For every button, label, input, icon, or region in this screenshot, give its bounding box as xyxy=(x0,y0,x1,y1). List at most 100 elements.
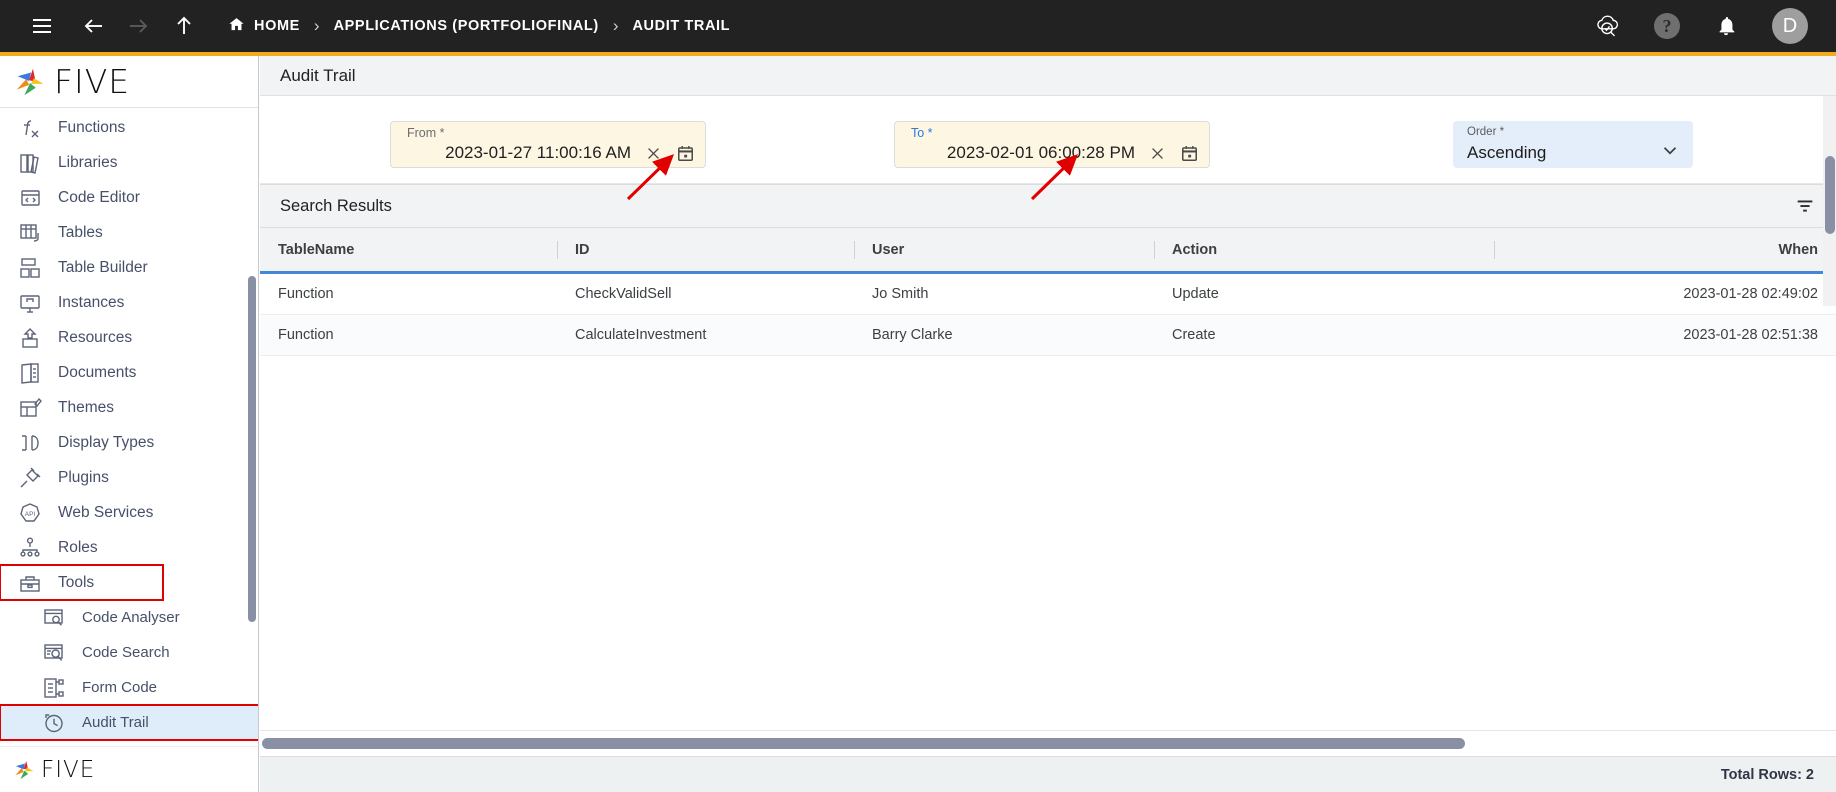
sidebar-item-web-services[interactable]: API Web Services xyxy=(0,495,258,530)
table-row[interactable]: Function CheckValidSell Jo Smith Update 2023… xyxy=(260,274,1836,315)
api-icon: API xyxy=(16,500,44,526)
from-date-label: From * xyxy=(407,126,445,140)
sidebar-item-label: Resources xyxy=(58,328,133,346)
toolbox-icon xyxy=(16,570,44,596)
sidebar-logo[interactable]: FIVE xyxy=(0,56,258,108)
breadcrumb-application[interactable]: APPLICATIONS (PORTFOLIOFINAL) xyxy=(334,18,599,34)
sidebar-item-documents[interactable]: Documents xyxy=(0,355,258,390)
column-header-user[interactable]: User xyxy=(854,242,1154,258)
sidebar-item-label: Documents xyxy=(58,363,137,381)
sidebar-item-resources[interactable]: Resources xyxy=(0,320,258,355)
order-select-value: Ascending xyxy=(1467,142,1547,162)
column-header-tablename[interactable]: TableName xyxy=(260,242,557,258)
sidebar: FIVE Functions Libraries Code Editor Tables… xyxy=(0,56,259,792)
sidebar-item-tools[interactable]: Tools xyxy=(0,564,164,601)
sidebar-logo-text: FIVE xyxy=(54,62,131,101)
chevron-down-icon[interactable] xyxy=(1659,139,1681,166)
sidebar-item-table-builder[interactable]: Table Builder xyxy=(0,250,258,285)
sidebar-footer-logo-text: FIVE xyxy=(41,756,96,783)
cell-when: 2023-01-28 02:49:02 xyxy=(1683,286,1818,302)
column-header-when[interactable]: When xyxy=(1494,242,1836,258)
sidebar-item-instances[interactable]: Instances xyxy=(0,285,258,320)
from-date-field[interactable]: From * 2023-01-27 11:00:16 AM xyxy=(390,121,706,168)
sidebar-item-audit-trail[interactable]: Audit Trail xyxy=(0,704,258,741)
sidebar-item-label: Web Services xyxy=(58,503,154,521)
sidebar-item-code-search[interactable]: Code Search xyxy=(0,635,258,670)
sidebar-item-code-analyser[interactable]: Code Analyser xyxy=(0,600,258,635)
page-title-bar: Audit Trail xyxy=(260,56,1836,96)
hamburger-menu-icon[interactable] xyxy=(22,6,62,46)
clear-x-icon[interactable] xyxy=(645,145,662,162)
results-table-body: Function CheckValidSell Jo Smith Update 2023… xyxy=(260,274,1836,694)
resources-icon xyxy=(16,325,44,351)
documents-icon xyxy=(16,360,44,386)
home-icon xyxy=(228,16,245,37)
sidebar-item-label: Display Types xyxy=(58,433,155,451)
cell-user: Jo Smith xyxy=(872,286,929,302)
filter-toolbar: From * 2023-01-27 11:00:16 AM To * 2023-… xyxy=(260,96,1836,201)
sidebar-item-themes[interactable]: Themes xyxy=(0,390,258,425)
sidebar-item-label: Form Code xyxy=(82,679,158,696)
from-date-value: 2023-01-27 11:00:16 AM xyxy=(445,143,631,162)
sidebar-item-label: Audit Trail xyxy=(82,714,149,731)
code-search-icon xyxy=(40,640,68,666)
forward-arrow-icon[interactable] xyxy=(118,6,158,46)
sidebar-item-functions[interactable]: Functions xyxy=(0,110,258,145)
sidebar-item-roles[interactable]: Roles xyxy=(0,530,258,565)
sidebar-item-label: Tools xyxy=(58,573,95,591)
to-date-field[interactable]: To * 2023-02-01 06:00:28 PM xyxy=(894,121,1210,168)
search-results-title: Search Results xyxy=(280,196,392,215)
cell-user: Barry Clarke xyxy=(872,327,953,343)
five-pinwheel-logo-icon xyxy=(16,68,44,95)
sidebar-item-label: Tables xyxy=(58,223,103,241)
sidebar-item-tables[interactable]: Tables xyxy=(0,215,258,250)
cell-tablename: Function xyxy=(278,286,334,302)
sidebar-item-label: Libraries xyxy=(58,153,118,171)
page-title: Audit Trail xyxy=(280,65,356,85)
back-arrow-icon[interactable] xyxy=(74,6,114,46)
main-scrollbar-thumb[interactable] xyxy=(1825,156,1835,234)
sidebar-item-code-editor[interactable]: Code Editor xyxy=(0,180,258,215)
results-table-header: TableName ID User Action When xyxy=(260,228,1836,274)
notification-bell-icon[interactable] xyxy=(1706,6,1746,46)
table-row[interactable]: Function CalculateInvestment Barry Clarke C… xyxy=(260,315,1836,356)
cloud-search-icon[interactable] xyxy=(1588,6,1628,46)
column-header-id[interactable]: ID xyxy=(557,242,854,258)
order-select[interactable]: Order * Ascending xyxy=(1453,121,1693,168)
filter-icon[interactable] xyxy=(1794,195,1816,217)
horizontal-scrollbar[interactable] xyxy=(260,730,1836,756)
sidebar-footer-logo: FIVE xyxy=(0,746,258,792)
status-bar: Total Rows: 2 xyxy=(260,756,1836,792)
sidebar-item-label: Themes xyxy=(58,398,114,416)
sidebar-item-label: Table Builder xyxy=(58,258,148,276)
plug-icon xyxy=(16,465,44,491)
to-date-label: To * xyxy=(911,126,933,140)
five-pinwheel-logo-icon xyxy=(15,760,34,779)
cell-action: Create xyxy=(1172,327,1216,343)
roles-people-icon xyxy=(16,535,44,561)
sidebar-item-label: Plugins xyxy=(58,468,109,486)
clear-x-icon[interactable] xyxy=(1149,145,1166,162)
calendar-icon[interactable] xyxy=(676,144,695,163)
breadcrumb-home[interactable]: HOME xyxy=(228,16,300,37)
user-avatar[interactable]: D xyxy=(1772,8,1808,44)
calendar-icon[interactable] xyxy=(1180,144,1199,163)
top-navigation-bar: HOME › APPLICATIONS (PORTFOLIOFINAL) › A… xyxy=(0,0,1836,52)
help-icon[interactable]: ? xyxy=(1654,13,1680,39)
column-header-action[interactable]: Action xyxy=(1154,242,1494,258)
sidebar-item-label: Functions xyxy=(58,118,126,136)
sidebar-item-form-code[interactable]: Form Code xyxy=(0,670,258,705)
cell-id: CheckValidSell xyxy=(575,286,672,302)
sidebar-item-display-types[interactable]: Display Types xyxy=(0,425,258,460)
cell-id: CalculateInvestment xyxy=(575,327,707,343)
cell-tablename: Function xyxy=(278,327,334,343)
horizontal-scrollbar-thumb[interactable] xyxy=(262,738,1465,749)
table-builder-icon xyxy=(16,255,44,281)
sidebar-item-plugins[interactable]: Plugins xyxy=(0,460,258,495)
cell-when: 2023-01-28 02:51:38 xyxy=(1683,327,1818,343)
order-select-label: Order * xyxy=(1467,126,1505,138)
sidebar-scrollbar-thumb[interactable] xyxy=(248,276,256,622)
sidebar-item-libraries[interactable]: Libraries xyxy=(0,145,258,180)
table-grid-icon xyxy=(16,220,44,246)
up-arrow-icon[interactable] xyxy=(164,6,204,46)
